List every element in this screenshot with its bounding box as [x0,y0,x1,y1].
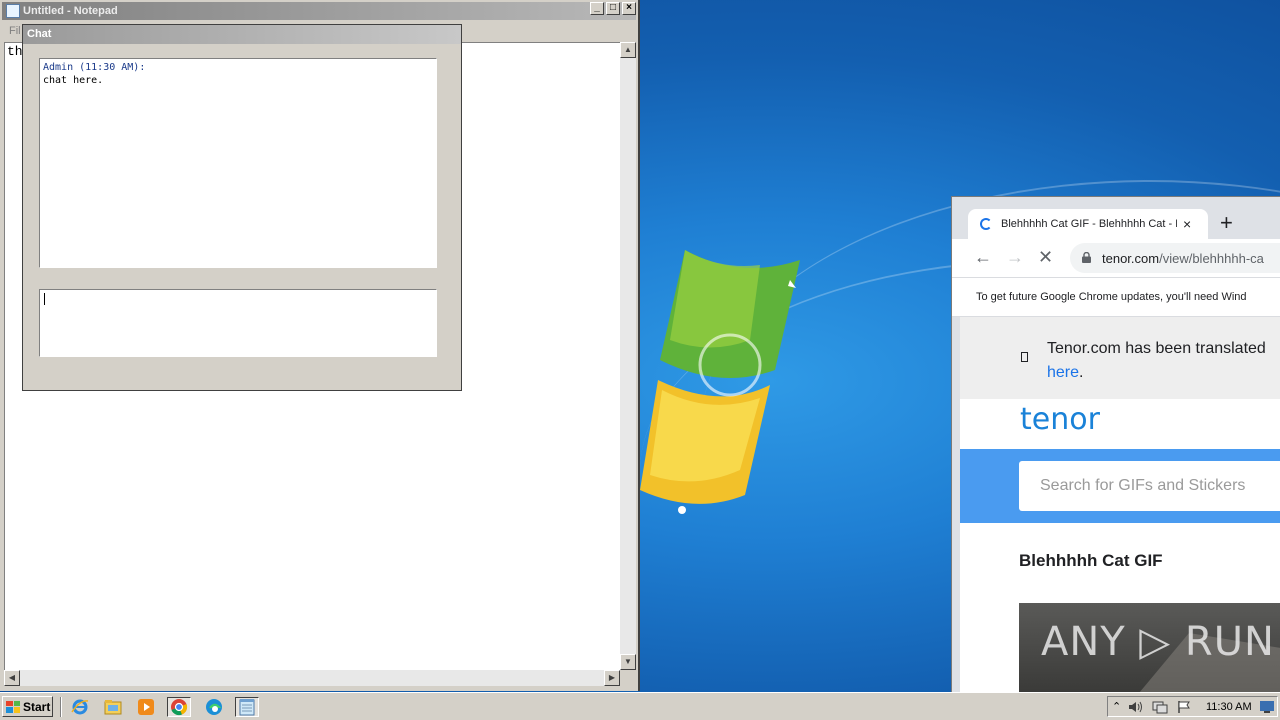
url-path: /view/blehhhhh-ca [1159,251,1264,266]
lock-icon[interactable] [1082,252,1091,263]
menu-file[interactable]: Fil [9,25,21,37]
scrollbar-corner [620,670,636,686]
stop-loading-icon[interactable]: ✕ [1038,248,1053,266]
back-arrow-icon[interactable]: ← [974,248,992,266]
volume-icon[interactable] [1128,700,1144,714]
chat-input[interactable] [39,289,437,357]
chat-log: Admin (11:30 AM): chat here. [39,58,437,268]
clock[interactable]: 11:30 AM [1206,701,1252,713]
scroll-up-icon[interactable]: ▲ [620,42,636,58]
notepad-content: th [7,44,23,59]
new-tab-button[interactable]: + [1220,211,1233,235]
window-controls: _ □ × [590,2,636,15]
window-title: Untitled - Notepad [23,5,118,17]
maximize-button[interactable]: □ [606,2,620,15]
notepad-titlebar[interactable]: Untitled - Notepad [2,2,636,20]
infobar-text: To get future Google Chrome updates, you… [976,291,1247,303]
translate-icon [1021,352,1028,362]
chat-titlebar[interactable]: Chat [23,25,461,44]
gif-search-input[interactable]: Search for GIFs and Stickers [1019,461,1280,511]
scroll-right-icon[interactable]: ▶ [604,670,620,686]
url-text: tenor.com/view/blehhhhh-ca [1102,251,1264,266]
page-content: Tenor.com has been translated here. teno… [960,317,1280,693]
close-button[interactable]: × [622,2,636,15]
internet-explorer-icon[interactable] [68,697,92,717]
system-tray: ⌃ 11:30 AM [1107,696,1278,717]
taskbar-divider [60,697,62,717]
action-center-flag-icon[interactable] [1176,700,1192,714]
start-button[interactable]: Start [2,696,53,717]
chrome-window[interactable]: Blehhhhh Cat GIF - Blehhhhh Cat - D × + … [951,196,1280,693]
text-caret [44,293,45,305]
media-player-icon[interactable] [134,697,158,717]
taskbar: Start ⌃ 11:30 AM [0,692,1280,720]
chrome-icon[interactable] [167,697,191,717]
gif-image[interactable]: ANY ▷ RUN [1019,603,1280,693]
anyrun-watermark: ANY ▷ RUN [1041,619,1275,665]
network-icon[interactable] [1152,700,1168,714]
url-host: tenor.com [1102,251,1160,266]
translate-period: . [1079,364,1084,381]
translate-banner: Tenor.com has been translated here. [960,317,1280,399]
address-bar[interactable]: tenor.com/view/blehhhhh-ca [1070,243,1280,273]
browser-tab[interactable]: Blehhhhh Cat GIF - Blehhhhh Cat - D × [968,209,1208,239]
scroll-down-icon[interactable]: ▼ [620,654,636,670]
forward-arrow-icon[interactable]: → [1006,248,1024,266]
tab-close-icon[interactable]: × [1183,216,1191,232]
translate-message: Tenor.com has been translated [1047,340,1266,357]
minimize-button[interactable]: _ [590,2,604,15]
chat-message-sender: Admin (11:30 AM): [43,62,146,73]
windows-flag-icon [6,700,20,713]
translate-link[interactable]: here [1047,364,1079,381]
loading-spinner-icon [980,218,992,230]
browser-toolbar: ← → ✕ tenor.com/view/blehhhhh-ca [952,239,1280,277]
search-band: Search for GIFs and Stickers [960,449,1280,523]
notepad-icon[interactable] [235,697,259,717]
vertical-scrollbar[interactable]: ▲ ▼ [620,42,636,670]
explorer-folder-icon[interactable] [101,697,125,717]
scroll-left-icon[interactable]: ◀ [4,670,20,686]
notepad-icon [6,4,20,18]
tenor-logo[interactable]: tenor [1020,402,1100,437]
show-desktop-icon[interactable] [1260,701,1274,713]
tray-chevron-icon[interactable]: ⌃ [1112,700,1121,713]
update-infobar: To get future Google Chrome updates, you… [952,277,1280,317]
chat-message-text: chat here. [43,75,104,86]
search-placeholder: Search for GIFs and Stickers [1040,477,1246,494]
horizontal-scrollbar[interactable]: ◀ ▶ [4,670,620,686]
translate-text: Tenor.com has been translated here. [1047,337,1266,385]
tab-title: Blehhhhh Cat GIF - Blehhhhh Cat - D [1001,218,1177,230]
chat-window[interactable]: Chat Admin (11:30 AM): chat here. [22,24,462,391]
start-label: Start [23,699,51,714]
gif-title: Blehhhhh Cat GIF [1019,551,1163,570]
edge-icon[interactable] [202,697,226,717]
